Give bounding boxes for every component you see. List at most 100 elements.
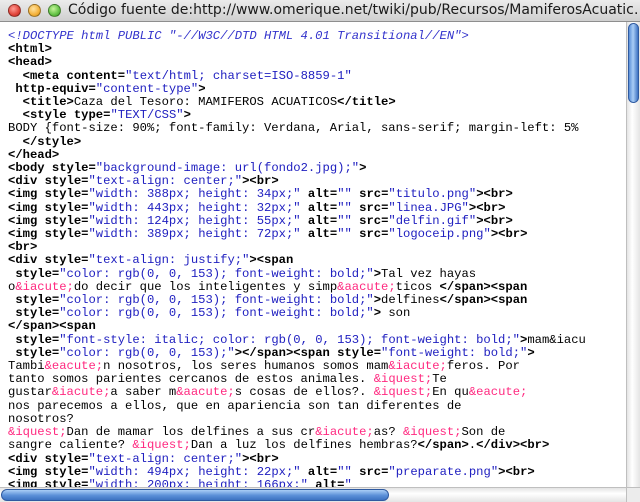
- source-token: mam&iacu: [527, 332, 586, 347]
- source-token: &iquest;: [8, 425, 67, 440]
- close-window-button[interactable]: [8, 4, 21, 17]
- source-token: Dan a luz los delfines hembras?: [190, 438, 418, 453]
- source-token: "text/html; charset=ISO-8859-1": [125, 68, 352, 83]
- source-token: "text-align: justify;": [88, 253, 250, 268]
- source-token: Dan de mamar los delfines a sus cr: [66, 425, 316, 440]
- source-line: http-equiv="content-type">: [8, 81, 206, 96]
- source-line: style="color: rgb(0, 0, 153); font-weigh…: [8, 267, 476, 281]
- source-line: &iquest;Dan de mamar los delfines a sus …: [8, 425, 505, 439]
- source-token: "color: rgb(0, 0, 153); font-weight: bol…: [59, 293, 374, 308]
- source-token: as?: [373, 425, 403, 440]
- source-line: sangre caliente? &iquest;Dan a luz los d…: [8, 438, 549, 452]
- source-token: </head>: [8, 147, 60, 162]
- source-token: src: [351, 464, 382, 479]
- source-line: </span><span: [8, 319, 96, 333]
- source-line: nosotros?: [8, 412, 74, 426]
- source-token: src: [351, 200, 382, 215]
- source-token: =: [88, 161, 96, 176]
- source-line: style="color: rgb(0, 0, 153); font-weigh…: [8, 293, 527, 307]
- source-token: </div><br>: [476, 438, 550, 453]
- source-token: <img: [8, 200, 38, 215]
- source-token: "color: rgb(0, 0, 153); font-weight: bol…: [59, 266, 374, 281]
- source-token: "": [337, 187, 352, 202]
- source-token: "font-weight: bold;": [381, 345, 528, 360]
- source-token: style: [8, 293, 52, 308]
- source-token: <body: [8, 161, 45, 176]
- vertical-scrollbar[interactable]: [626, 22, 640, 487]
- source-token: <img: [8, 477, 38, 487]
- source-token: &iacute;: [388, 359, 447, 374]
- source-token: "content-type": [95, 81, 199, 96]
- source-token: style: [8, 306, 52, 321]
- source-token: style: [8, 345, 52, 360]
- source-token: "color: rgb(0, 0, 153); font-weight: bol…: [59, 306, 374, 321]
- source-token: [8, 95, 23, 109]
- source-token: En qu: [432, 385, 469, 400]
- source-token: style: [37, 187, 82, 202]
- source-token: </style>: [22, 134, 82, 149]
- source-line: gustar&iacute;a saber m&aacute;s cosas d…: [8, 385, 527, 399]
- source-token: &iquest;: [373, 372, 433, 387]
- source-token: src: [351, 227, 382, 242]
- source-token: "TEXT/CSS": [110, 108, 184, 123]
- source-token: "": [337, 464, 352, 479]
- source-token: alt: [300, 464, 330, 479]
- source-token: &aacute;: [176, 385, 235, 400]
- source-token: [8, 135, 23, 149]
- source-token: [8, 108, 23, 122]
- source-token: "width: 389px; height: 72px;": [88, 227, 301, 242]
- source-token: &iacute;: [51, 385, 111, 400]
- vertical-scroll-thumb[interactable]: [628, 23, 639, 103]
- source-token: "": [337, 227, 352, 242]
- source-token: alt: [300, 227, 330, 242]
- source-token: style: [8, 332, 52, 347]
- source-token: <div: [8, 253, 38, 268]
- horizontal-scroll-thumb[interactable]: [1, 489, 389, 501]
- source-token: style: [44, 161, 89, 176]
- source-token: style: [37, 477, 82, 487]
- source-token: nos parecemos a ellos, que en apariencia…: [8, 398, 462, 413]
- source-token: "linea.JPG": [388, 200, 469, 215]
- source-token: >: [527, 345, 535, 360]
- zoom-window-button[interactable]: [48, 4, 61, 17]
- source-token: ><br>: [468, 200, 506, 215]
- horizontal-scrollbar[interactable]: [0, 487, 626, 502]
- source-view[interactable]: <!DOCTYPE html PUBLIC "-//W3C//DTD HTML …: [0, 22, 626, 487]
- source-token: feros. Por: [446, 359, 520, 374]
- source-token: ": [344, 477, 352, 487]
- source-token: &iquest;: [373, 385, 433, 400]
- source-token: </span><span: [439, 293, 528, 308]
- source-token: ><br>: [242, 451, 279, 466]
- source-token: =: [373, 345, 382, 360]
- source-line: style="color: rgb(0, 0, 153); font-weigh…: [8, 306, 410, 320]
- source-token: "width: 388px; height: 34px;": [88, 187, 301, 202]
- source-line: </head>: [8, 148, 59, 162]
- source-line: nos parecemos a ellos, que en apariencia…: [8, 399, 461, 413]
- source-token: style: [37, 227, 82, 242]
- source-token: alt: [300, 187, 330, 202]
- window-titlebar[interactable]: Código fuente de:http://www.omerique.net…: [0, 0, 640, 22]
- source-token: [8, 69, 23, 83]
- source-token: </span>: [417, 438, 469, 453]
- source-token: <!DOCTYPE html PUBLIC "-//W3C//DTD HTML …: [8, 29, 469, 43]
- source-token: ><br>: [476, 213, 513, 228]
- source-token: >: [359, 161, 367, 176]
- source-line: Tambi&eacute;n nosotros, los seres human…: [8, 359, 520, 373]
- source-token: "logoceip.png": [388, 227, 491, 242]
- source-token: style: [8, 266, 52, 281]
- minimize-window-button[interactable]: [28, 4, 41, 17]
- source-token: <title>: [22, 95, 74, 110]
- source-token: </title>: [337, 95, 396, 110]
- source-token: ><span: [249, 253, 294, 268]
- source-token: "": [337, 213, 352, 228]
- source-token: >: [198, 81, 206, 96]
- source-token: a saber m: [110, 385, 177, 400]
- source-token: "width: 443px; height: 32px;": [88, 200, 301, 215]
- source-token: style: [37, 213, 82, 228]
- source-token: content: [59, 68, 118, 83]
- source-line: <meta content="text/html; charset=ISO-88…: [8, 69, 352, 83]
- resize-grip[interactable]: [626, 487, 640, 502]
- source-token: "text-align: center;": [88, 174, 243, 189]
- source-token: tanto somos parientes cercanos de estos …: [8, 372, 374, 387]
- source-token: &iacute;: [15, 279, 74, 294]
